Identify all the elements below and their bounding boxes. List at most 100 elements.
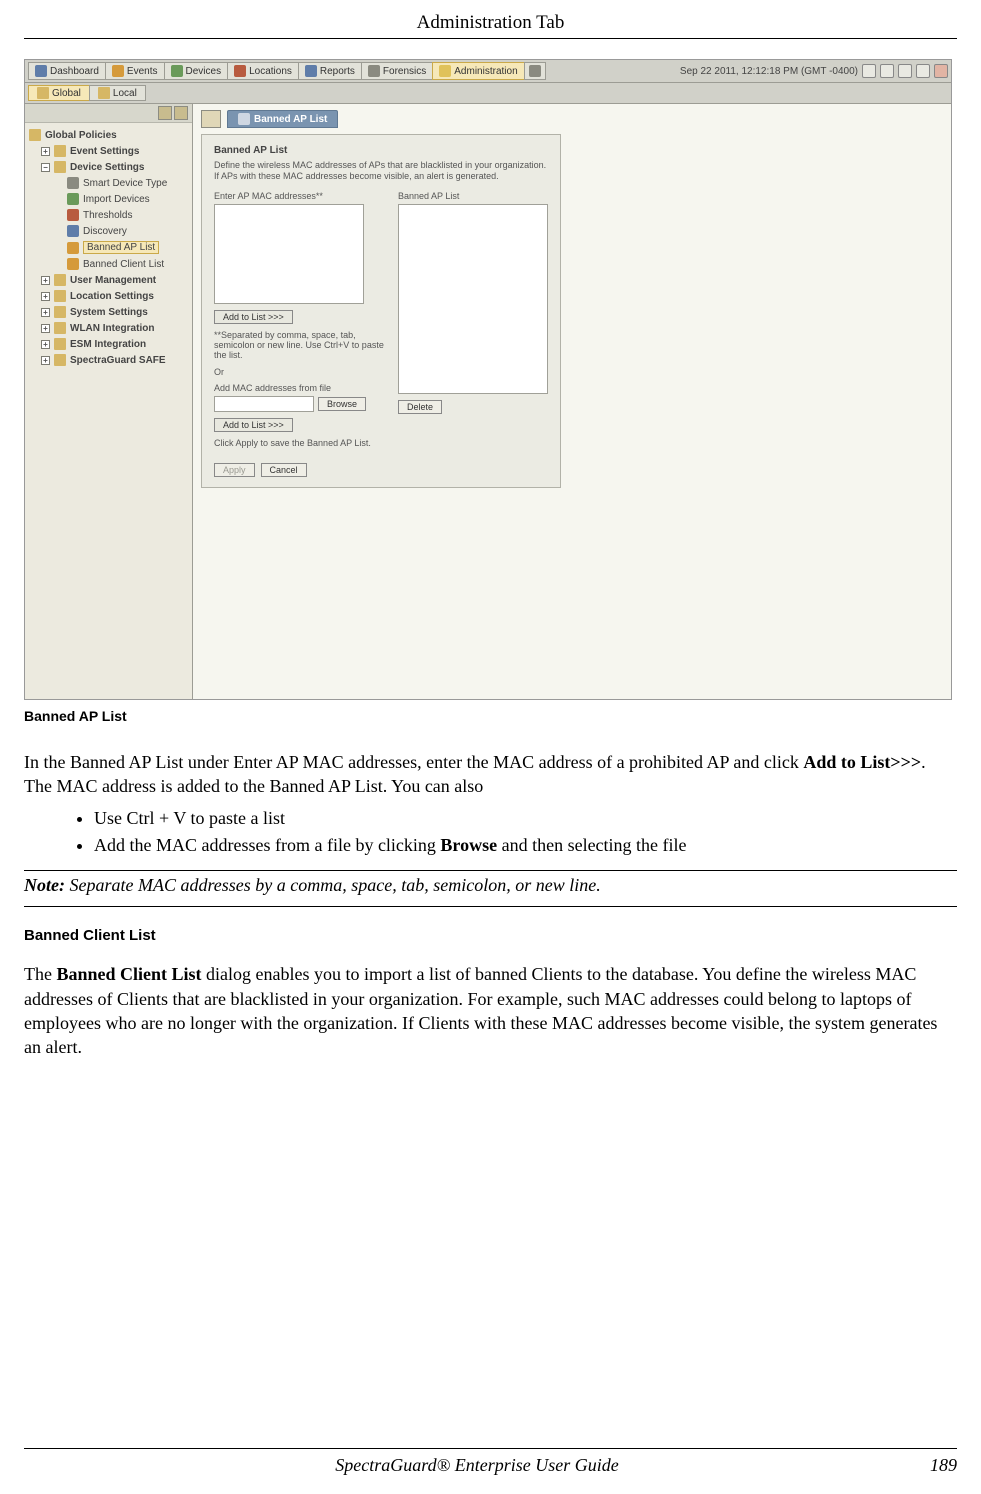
expand-icon[interactable]: + xyxy=(41,276,50,285)
sidebar-tool-2[interactable] xyxy=(174,106,188,120)
tab-events[interactable]: Events xyxy=(105,62,165,80)
expand-icon[interactable]: + xyxy=(41,356,50,365)
tree-system-settings[interactable]: +System Settings xyxy=(39,304,190,320)
app-top-right: Sep 22 2011, 12:12:18 PM (GMT -0400) xyxy=(680,62,948,80)
browse-button[interactable]: Browse xyxy=(318,397,366,411)
tab-administration[interactable]: Administration xyxy=(432,62,524,80)
tab-devices[interactable]: Devices xyxy=(164,62,229,80)
enter-mac-label: Enter AP MAC addresses** xyxy=(214,191,384,201)
folder-icon xyxy=(54,322,66,334)
page-header-title: Administration Tab xyxy=(24,12,957,39)
win-btn-3[interactable] xyxy=(898,64,912,78)
tree-item-banned-client-list[interactable]: Banned Client List xyxy=(65,256,190,272)
win-btn-1[interactable] xyxy=(862,64,876,78)
bold-text: Add to List>>> xyxy=(803,752,921,772)
tab-label: Dashboard xyxy=(50,66,99,77)
tree-item-banned-ap-list[interactable]: Banned AP List xyxy=(65,239,190,256)
list-icon xyxy=(238,113,250,125)
apply-button[interactable]: Apply xyxy=(214,463,255,477)
tab-label: Administration xyxy=(454,66,517,77)
note-text: Separate MAC addresses by a comma, space… xyxy=(65,875,601,895)
add-to-list-button-1[interactable]: Add to List >>> xyxy=(214,310,293,324)
win-close-button[interactable] xyxy=(934,64,948,78)
expand-icon[interactable]: + xyxy=(41,147,50,156)
tree-item-discovery[interactable]: Discovery xyxy=(65,223,190,239)
from-file-label: Add MAC addresses from file xyxy=(214,383,384,393)
note-label: Note: xyxy=(24,875,65,895)
events-icon xyxy=(112,65,124,77)
scope-global-button[interactable]: Global xyxy=(28,85,90,101)
tree-esm-integration[interactable]: +ESM Integration xyxy=(39,336,190,352)
breadcrumb-title: Banned AP List xyxy=(254,114,327,125)
note-line: Note: Separate MAC addresses by a comma,… xyxy=(24,875,957,896)
tab-reports[interactable]: Reports xyxy=(298,62,362,80)
tree-wlan-integration[interactable]: +WLAN Integration xyxy=(39,320,190,336)
scope-label: Global xyxy=(52,88,81,99)
tree-global-policies[interactable]: Global Policies xyxy=(27,127,190,143)
divider xyxy=(24,870,957,871)
divider xyxy=(24,906,957,907)
win-btn-2[interactable] xyxy=(880,64,894,78)
win-btn-4[interactable] xyxy=(916,64,930,78)
right-column: Banned AP List Delete xyxy=(398,191,548,449)
timestamp: Sep 22 2011, 12:12:18 PM (GMT -0400) xyxy=(680,66,858,77)
tree-event-settings[interactable]: +Event Settings xyxy=(39,143,190,159)
page-number: 189 xyxy=(930,1455,957,1476)
or-label: Or xyxy=(214,367,384,377)
footer-guide-title: SpectraGuard® Enterprise User Guide xyxy=(335,1455,618,1476)
folder-icon xyxy=(54,290,66,302)
text: The xyxy=(24,964,56,984)
bullet-list: Use Ctrl + V to paste a list Add the MAC… xyxy=(24,805,957,861)
app-body: Global Policies +Event Settings −Device … xyxy=(25,104,951,699)
paragraph-1: In the Banned AP List under Enter AP MAC… xyxy=(24,750,957,799)
cancel-button[interactable]: Cancel xyxy=(261,463,307,477)
tab-label: Reports xyxy=(320,66,355,77)
leaf-icon xyxy=(67,209,79,221)
leaf-icon xyxy=(67,177,79,189)
locations-icon xyxy=(234,65,246,77)
collapse-icon[interactable]: − xyxy=(41,163,50,172)
tree-spectraguard-safe[interactable]: +SpectraGuard SAFE xyxy=(39,352,190,368)
tab-dashboard[interactable]: Dashboard xyxy=(28,62,106,80)
add-to-list-button-2[interactable]: Add to List >>> xyxy=(214,418,293,432)
scope-local-button[interactable]: Local xyxy=(89,85,146,101)
save-hint: Click Apply to save the Banned AP List. xyxy=(214,438,384,448)
breadcrumb-icon-1[interactable] xyxy=(201,110,221,128)
tree-location-settings[interactable]: +Location Settings xyxy=(39,288,190,304)
main-panel: Banned AP List Banned AP List Define the… xyxy=(193,104,951,699)
folder-icon xyxy=(54,145,66,157)
local-icon xyxy=(98,87,110,99)
banned-list-box[interactable] xyxy=(398,204,548,394)
app-main-tabs: Dashboard Events Devices Locations Repor… xyxy=(28,62,545,80)
expand-icon[interactable]: + xyxy=(41,340,50,349)
tab-label: Forensics xyxy=(383,66,426,77)
sidebar-tool-1[interactable] xyxy=(158,106,172,120)
tab-locations[interactable]: Locations xyxy=(227,62,299,80)
folder-icon xyxy=(54,274,66,286)
file-path-input[interactable] xyxy=(214,396,314,412)
expand-icon[interactable]: + xyxy=(41,292,50,301)
expand-icon[interactable]: + xyxy=(41,324,50,333)
tree-item-smart-device-type[interactable]: Smart Device Type xyxy=(65,175,190,191)
breadcrumb-tab: Banned AP List xyxy=(227,110,338,128)
tab-extra-icon[interactable] xyxy=(524,62,546,80)
tree-item-import-devices[interactable]: Import Devices xyxy=(65,191,190,207)
panel-title: Banned AP List xyxy=(214,145,548,156)
devices-icon xyxy=(171,65,183,77)
tree-user-management[interactable]: +User Management xyxy=(39,272,190,288)
dashboard-icon xyxy=(35,65,47,77)
tree-device-settings[interactable]: −Device Settings xyxy=(39,159,190,175)
tree-item-thresholds[interactable]: Thresholds xyxy=(65,207,190,223)
leaf-icon xyxy=(67,225,79,237)
banned-list-label: Banned AP List xyxy=(398,191,548,201)
section-heading-banned-client-list: Banned Client List xyxy=(24,927,957,944)
delete-button[interactable]: Delete xyxy=(398,400,442,414)
enter-mac-textarea[interactable] xyxy=(214,204,364,304)
figure-caption: Banned AP List xyxy=(24,708,957,724)
tab-forensics[interactable]: Forensics xyxy=(361,62,433,80)
expand-icon[interactable]: + xyxy=(41,308,50,317)
reports-icon xyxy=(305,65,317,77)
folder-icon xyxy=(54,354,66,366)
folder-icon xyxy=(29,129,41,141)
breadcrumb-row: Banned AP List xyxy=(201,110,943,128)
